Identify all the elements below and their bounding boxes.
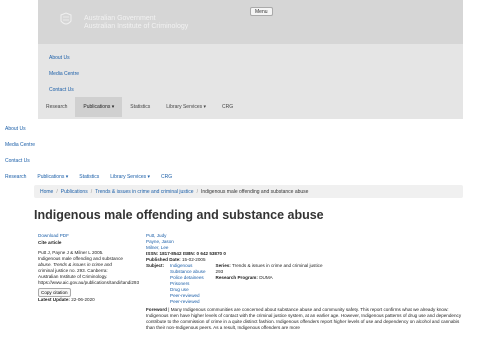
foreword: Foreword | Many Indigenous communities a… (146, 307, 462, 331)
program-label: Research Program: (215, 275, 258, 280)
logo-text-line1: Australian Government (84, 15, 156, 22)
site-header: Australian Government Australian Institu… (38, 0, 463, 119)
nav-publications[interactable]: Publications ▾ (75, 97, 123, 117)
secondary-nav: Research Publications ▾ Statistics Libra… (5, 174, 183, 180)
breadcrumb-current: Indigenous male offending and substance … (200, 188, 309, 195)
link-about-us-2[interactable]: About Us (5, 127, 35, 143)
nav2-crg[interactable]: CRG (161, 174, 172, 180)
copy-citation-button[interactable]: Copy citation (38, 288, 71, 297)
citation-panel: Download PDF Cite article Putt J, Payne … (38, 233, 144, 303)
foreword-text: | Many Indigenous communities are concer… (146, 307, 462, 330)
citation-text: Putt J, Payne J & Milner L 2005. Indigen… (38, 250, 144, 286)
nav2-publications[interactable]: Publications ▾ (37, 174, 68, 180)
nav-statistics[interactable]: Statistics (122, 97, 158, 117)
published-label: Published Date: (146, 257, 181, 262)
program-value: DUMA (259, 275, 273, 280)
series-row: Series: Trends & issues in crime and cri… (216, 263, 323, 269)
breadcrumb: Home / Publications / Trends & issues in… (34, 185, 463, 198)
series-label: Series: (215, 263, 231, 268)
breadcrumb-separator: / (56, 188, 58, 195)
latest-update-label: Latest Update: (38, 297, 70, 302)
header-nav: Research Publications ▾ Statistics Libra… (38, 97, 463, 117)
link-media-centre[interactable]: Media Centre (49, 72, 79, 88)
breadcrumb-publications[interactable]: Publications (61, 189, 88, 195)
link-about-us[interactable]: About Us (49, 56, 79, 72)
latest-update: Latest Update: 22-06-2020 (38, 297, 144, 303)
nav-library-services[interactable]: Library Services ▾ (158, 97, 214, 117)
nav2-library-services[interactable]: Library Services ▾ (110, 174, 150, 180)
program-row: Research Program: DUMA (216, 275, 323, 281)
subject-label: Subject: (146, 263, 165, 268)
nav2-research[interactable]: Research (5, 174, 26, 180)
subject-row: Subject: Indigenous Substance abuse Poli… (146, 263, 466, 305)
subject-list: Indigenous Substance abuse Police detain… (170, 263, 206, 305)
cite-heading: Cite article (38, 240, 62, 245)
page-title: Indigenous male offending and substance … (34, 208, 324, 222)
link-media-centre-2[interactable]: Media Centre (5, 143, 35, 159)
nav-research[interactable]: Research (38, 97, 75, 117)
logo-text-line2: Australian Institute of Criminology (84, 23, 189, 30)
latest-update-value: 22-06-2020 (71, 297, 95, 302)
breadcrumb-separator: / (196, 188, 198, 195)
series-value: Trends & issues in crime and criminal ju… (232, 263, 323, 268)
foreword-label: Foreword (146, 307, 167, 312)
download-pdf-link[interactable]: Download PDF (38, 233, 69, 238)
nav-crg[interactable]: CRG (214, 97, 241, 117)
publication-details: Putt, Judy Payne, Jason Milner, Lee ISSN… (146, 233, 466, 331)
series-info: Series: Trends & issues in crime and cri… (216, 263, 323, 305)
secondary-links: About Us Media Centre Contact Us (5, 127, 35, 175)
brand-banner: Australian Government Australian Institu… (38, 0, 463, 44)
subject-link[interactable]: Peer-reviewed (170, 299, 206, 305)
breadcrumb-home[interactable]: Home (40, 189, 53, 195)
breadcrumb-series[interactable]: Trends & issues in crime and criminal ju… (95, 189, 193, 195)
logo-text: Australian Government Australian Institu… (84, 15, 188, 31)
citation-url: https://www.aic.gov.au/publications/tand… (38, 280, 140, 285)
breadcrumb-separator: / (90, 188, 93, 195)
nav2-statistics[interactable]: Statistics (79, 174, 99, 180)
menu-button[interactable]: Menu (250, 7, 273, 16)
link-contact-us-2[interactable]: Contact Us (5, 159, 35, 175)
coat-of-arms-logo (60, 12, 72, 25)
published-value: 15-02-2005 (182, 257, 206, 262)
